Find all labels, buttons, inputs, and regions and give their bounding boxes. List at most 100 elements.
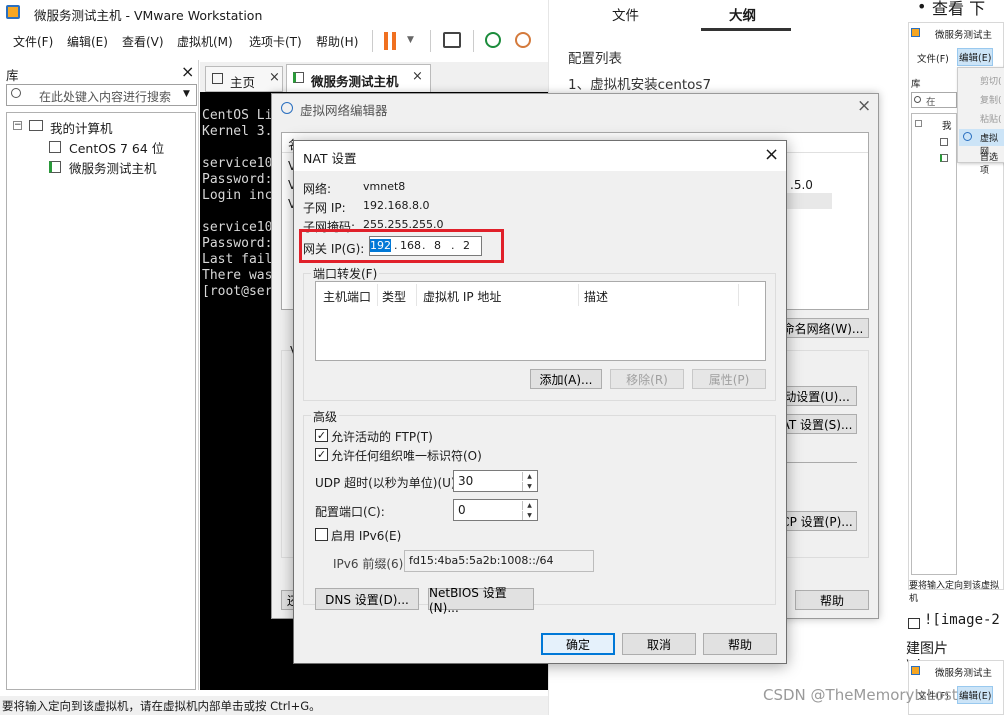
enable-ipv6-checkbox[interactable] [315, 528, 328, 541]
vne-divider [777, 462, 857, 463]
port-forward-table[interactable]: 主机端口 类型 虚拟机 IP 地址 描述 [315, 281, 766, 361]
allow-uid-checkbox[interactable]: ✓ [315, 448, 328, 461]
thumb-search: 在 [911, 92, 957, 108]
cancel-button[interactable]: 取消 [622, 633, 696, 655]
menu-tabs[interactable]: 选项卡(T) [249, 33, 302, 50]
revert-snapshot-icon[interactable] [515, 32, 531, 48]
allow-uid-label[interactable]: 允许任何组织唯一标识符(O) [331, 447, 482, 464]
console-line: [root@ser [202, 284, 273, 299]
toolbar-separator-3 [473, 30, 474, 52]
menu-vm[interactable]: 虚拟机(M) [177, 33, 233, 50]
vmware-logo-icon [911, 666, 920, 675]
console-line: Last fail [202, 252, 273, 267]
pause-icon[interactable] [384, 32, 398, 50]
netbios-settings-button[interactable]: NetBIOS 设置(N)... [428, 586, 534, 615]
console-line: Password: [202, 236, 273, 251]
col-description[interactable]: 描述 [584, 288, 608, 305]
col-sep [416, 284, 417, 306]
bullet-text: 查看 下 [932, 0, 986, 18]
tree-root-label[interactable]: 我的计算机 [50, 118, 113, 137]
chevron-down-icon[interactable]: ▼ [407, 35, 414, 45]
help-button[interactable]: 帮助 [703, 633, 777, 655]
dns-settings-label: DNS 设置(D)... [325, 592, 409, 607]
vne-help-button[interactable]: 帮助 [795, 590, 869, 610]
tab-home[interactable]: 主页 × [205, 66, 283, 92]
tab-vm[interactable]: 微服务测试主机 × [286, 64, 431, 92]
thumb2-title: 微服务测试主 [935, 668, 993, 679]
vm-icon [940, 138, 948, 146]
port-properties-button[interactable]: 属性(P) [692, 369, 766, 389]
chevron-down-icon[interactable]: ▼ [183, 89, 190, 99]
console-line: Password: [202, 172, 273, 187]
tab-outline[interactable]: 大纲 [729, 4, 756, 24]
console-line: Kernel 3. [202, 124, 273, 139]
ipv6-prefix-input[interactable]: fd15:4ba5:5a2b:1008::/64 [404, 550, 594, 572]
close-icon[interactable]: × [269, 70, 280, 85]
menu-edit[interactable]: 编辑(E) [67, 33, 108, 50]
col-type[interactable]: 类型 [382, 288, 406, 305]
vne-cell-subnet: .5.0 [790, 178, 813, 192]
spin-down-icon[interactable]: ▼ [522, 511, 536, 520]
library-search-box[interactable]: 在此处键入内容进行搜索 ▼ [6, 84, 197, 106]
image-icon [908, 618, 920, 629]
vne-help-label: 帮助 [819, 593, 844, 608]
rename-network-button[interactable]: 命名网络(W)... [777, 318, 869, 338]
close-icon[interactable]: × [181, 62, 194, 81]
netbios-settings-label: NetBIOS 设置(N)... [429, 585, 507, 615]
running-vm-icon [940, 154, 948, 162]
ok-label: 确定 [565, 637, 590, 652]
console-line: service10 [202, 156, 273, 171]
cancel-label: 取消 [646, 637, 671, 652]
library-tree: − 我的计算机 CentOS 7 64 位 微服务测试主机 [6, 112, 196, 690]
close-icon[interactable]: × [857, 96, 871, 116]
dns-settings-button[interactable]: DNS 设置(D)... [315, 588, 419, 610]
highlight-box [299, 229, 504, 263]
tab-home-label: 主页 [230, 75, 256, 90]
vne-row-selected [787, 193, 832, 209]
col-sep [377, 284, 378, 306]
spin-up-icon[interactable]: ▲ [522, 472, 536, 481]
snapshot-icon[interactable] [485, 32, 501, 48]
close-icon[interactable]: × [764, 144, 779, 165]
tree-collapse-icon[interactable]: − [13, 121, 22, 130]
thumb-menu-prefs: 首选项 [980, 153, 999, 176]
network-value: vmnet8 [363, 180, 406, 193]
console-line: service10 [202, 220, 273, 235]
menu-help[interactable]: 帮助(H) [316, 33, 358, 50]
enable-ipv6-label[interactable]: 启用 IPv6(E) [331, 527, 401, 544]
tree-item-centos[interactable]: CentOS 7 64 位 [69, 138, 164, 157]
nat-title-bar [294, 141, 786, 171]
nat-settings-button[interactable]: AT 设置(S)... [777, 414, 857, 434]
spin-down-icon[interactable]: ▼ [522, 482, 536, 491]
outline-heading[interactable]: 配置列表 [568, 47, 622, 67]
col-host-port[interactable]: 主机端口 [323, 288, 371, 305]
console-line: There was [202, 268, 273, 283]
allow-ftp-label[interactable]: 允许活动的 FTP(T) [331, 428, 433, 445]
embedded-screenshot: 微服务测试主 文件(F) 编辑(E) 库 在 剪切( 复制( 粘贴( 虚拟网 首… [908, 22, 1004, 604]
thumb-menu-edit: 编辑(E) [957, 48, 994, 66]
add-port-button[interactable]: 添加(A)... [530, 369, 602, 389]
auto-settings-button[interactable]: 动设置(U)... [777, 386, 857, 406]
menu-view[interactable]: 查看(V) [122, 33, 164, 50]
remove-port-button[interactable]: 移除(R) [610, 369, 684, 389]
console-line: Login inc [202, 188, 273, 203]
port-forward-title: 端口转发(F) [311, 265, 380, 282]
spin-up-icon[interactable]: ▲ [522, 501, 536, 510]
thumb-tree: 我 [911, 113, 957, 575]
ok-button[interactable]: 确定 [541, 633, 615, 655]
menu-file[interactable]: 文件(F) [13, 33, 53, 50]
col-vm-ip[interactable]: 虚拟机 IP 地址 [423, 288, 501, 305]
tab-file[interactable]: 文件 [612, 4, 639, 24]
vm-tab-bar: 主页 × 微服务测试主机 × [200, 62, 550, 92]
library-title: 库 [6, 68, 19, 83]
allow-ftp-checkbox[interactable]: ✓ [315, 429, 328, 442]
console-line: CentOS Li [202, 108, 273, 123]
tree-item-microservice[interactable]: 微服务测试主机 [69, 158, 157, 177]
dhcp-settings-button[interactable]: CP 设置(P)... [777, 511, 857, 531]
outline-item[interactable]: 1、虚拟机安装centos7 [568, 73, 711, 93]
send-keys-icon[interactable] [443, 32, 461, 48]
close-icon[interactable]: × [412, 69, 423, 84]
search-input[interactable]: 在此处键入内容进行搜索 [39, 88, 171, 105]
